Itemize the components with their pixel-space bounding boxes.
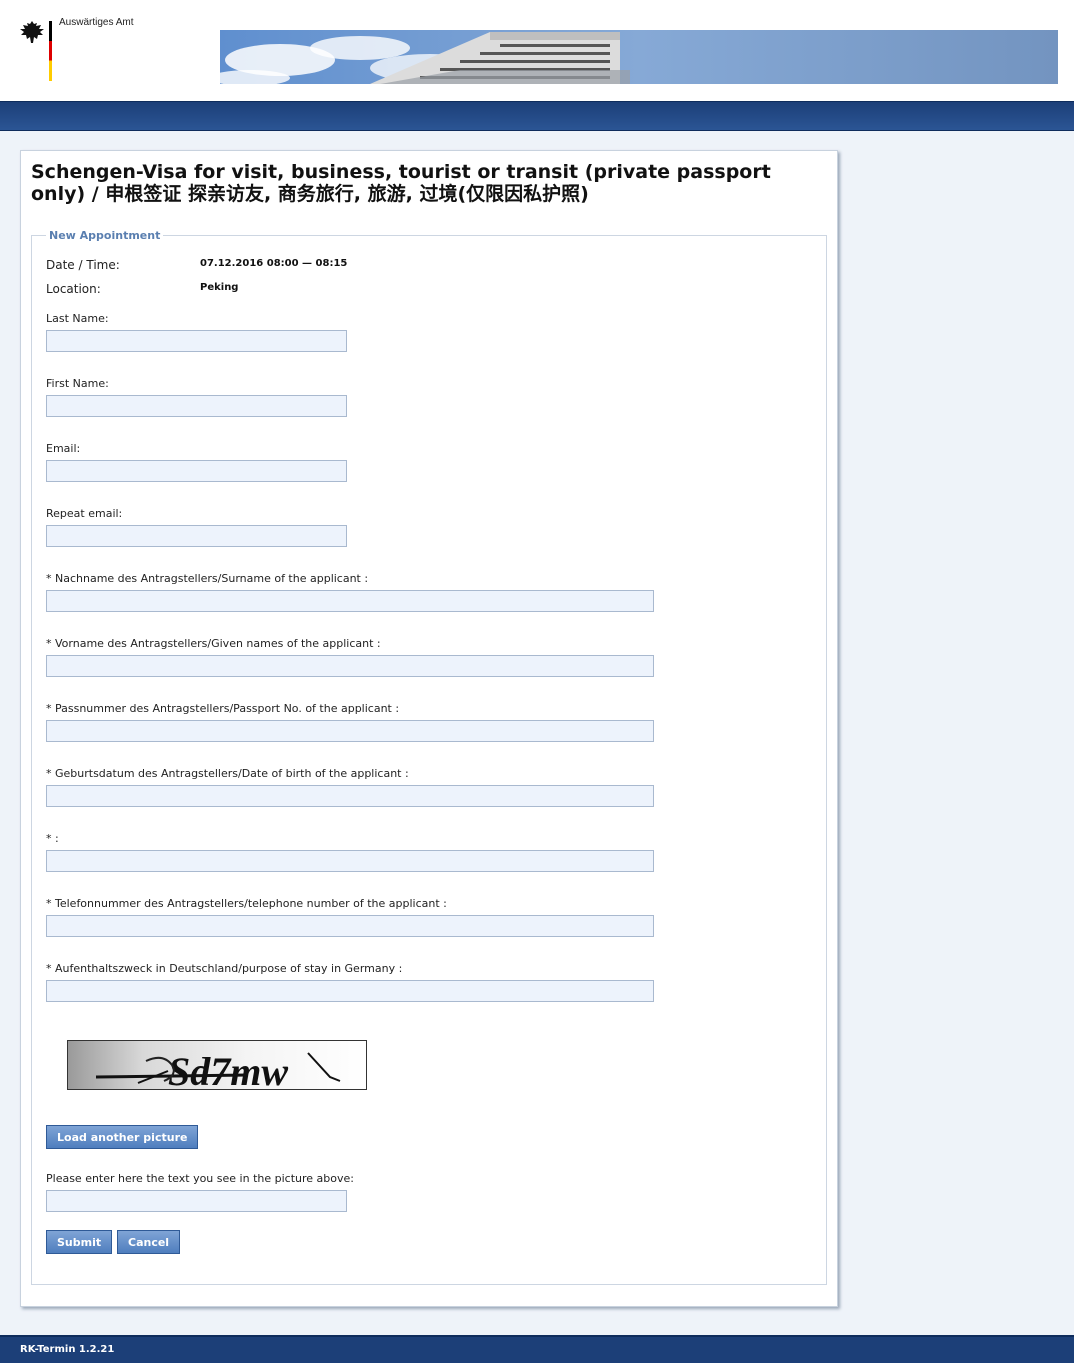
email-field[interactable] — [46, 460, 347, 482]
fieldset-legend: New Appointment — [46, 229, 164, 242]
surname-label: * Nachname des Antragstellers/Surname of… — [46, 572, 369, 585]
purpose-field[interactable] — [46, 980, 654, 1002]
phone-field[interactable] — [46, 915, 654, 937]
captcha-prompt: Please enter here the text you see in th… — [46, 1172, 354, 1185]
first-name-label: First Name: — [46, 377, 109, 390]
passport-field[interactable] — [46, 720, 654, 742]
first-name-field[interactable] — [46, 395, 347, 417]
passport-label: * Passnummer des Antragstellers/Passport… — [46, 702, 400, 715]
last-name-field[interactable] — [46, 330, 347, 352]
captcha-text: Sd7mw — [168, 1049, 288, 1089]
given-names-label: * Vorname des Antragstellers/Given names… — [46, 637, 381, 650]
last-name-label: Last Name: — [46, 312, 109, 325]
header-banner-image — [220, 30, 1058, 84]
given-names-field[interactable] — [46, 655, 654, 677]
captcha-input[interactable] — [46, 1190, 347, 1212]
location-label: Location: — [46, 282, 101, 296]
appointment-card: Schengen-Visa for visit, business, touri… — [20, 150, 838, 1307]
new-appointment-fieldset: New Appointment Date / Time: 07.12.2016 … — [31, 229, 827, 1285]
cancel-button[interactable]: Cancel — [117, 1230, 181, 1254]
org-name: Auswärtiges Amt — [59, 17, 134, 28]
top-nav-bar — [0, 101, 1074, 131]
submit-button[interactable]: Submit — [46, 1230, 113, 1254]
datetime-label: Date / Time: — [46, 258, 120, 272]
surname-field[interactable] — [46, 590, 654, 612]
dob-label: * Geburtsdatum des Antragstellers/Date o… — [46, 767, 409, 780]
captcha-image: Sd7mw — [67, 1040, 367, 1090]
purpose-label: * Aufenthaltszweck in Deutschland/purpos… — [46, 962, 403, 975]
dob-field[interactable] — [46, 785, 654, 807]
empty-label: * : — [46, 832, 59, 845]
phone-label: * Telefonnummer des Antragstellers/telep… — [46, 897, 447, 910]
email-label: Email: — [46, 442, 81, 455]
repeat-email-field[interactable] — [46, 525, 347, 547]
page-title: Schengen-Visa for visit, business, touri… — [31, 161, 771, 205]
version-text: RK-Termin 1.2.21 — [20, 1344, 115, 1355]
load-another-picture-button[interactable]: Load another picture — [46, 1125, 199, 1149]
site-header: Auswärtiges Amt — [0, 0, 1074, 101]
location-value: Peking — [200, 282, 239, 293]
datetime-value: 07.12.2016 08:00 — 08:15 — [200, 258, 348, 269]
repeat-email-label: Repeat email: — [46, 507, 123, 520]
flag-stripe — [49, 21, 52, 81]
unnamed-field[interactable] — [46, 850, 654, 872]
footer-bar: RK-Termin 1.2.21 — [0, 1335, 1074, 1363]
eagle-icon — [20, 21, 44, 43]
